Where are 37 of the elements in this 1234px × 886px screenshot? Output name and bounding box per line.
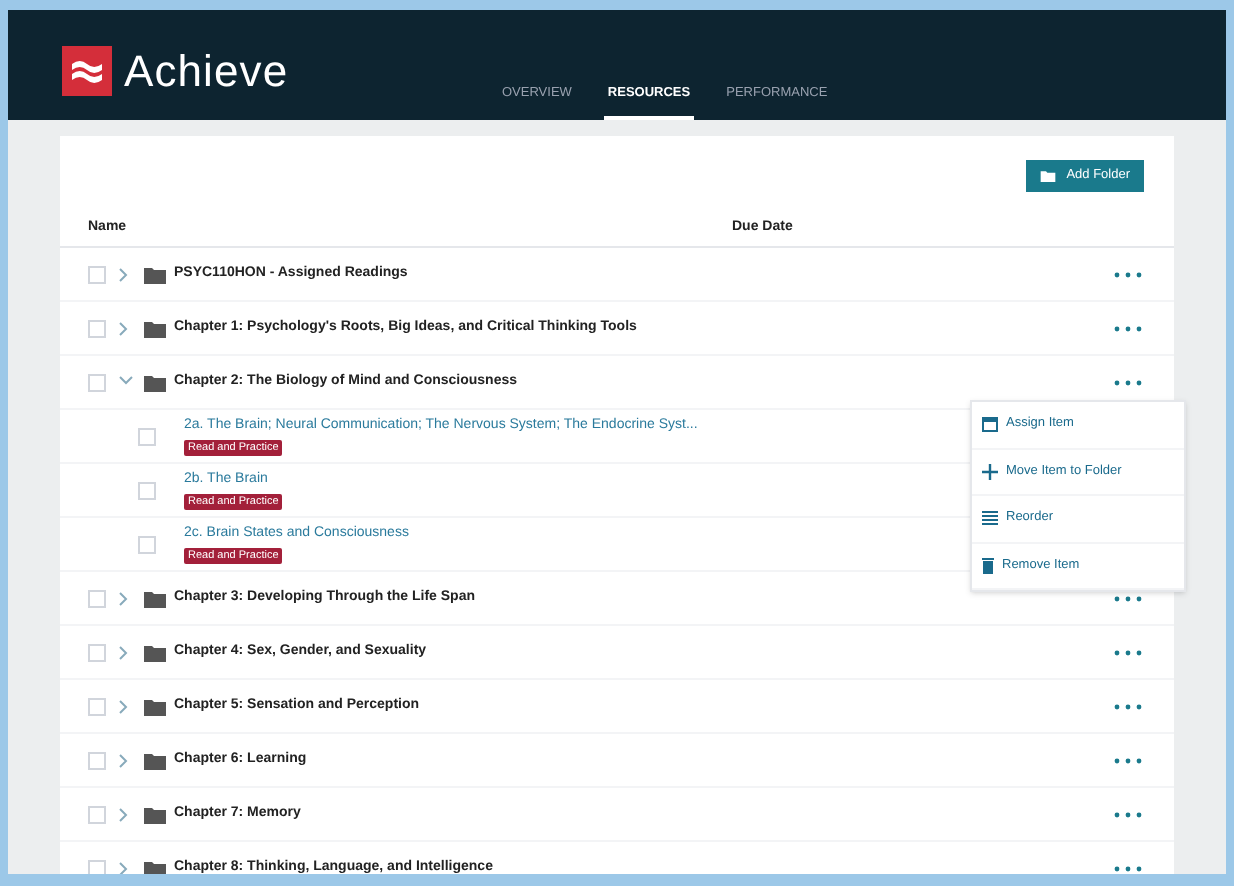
folder-icon (144, 805, 166, 823)
folder-icon (1040, 170, 1057, 182)
checkbox[interactable] (138, 535, 156, 553)
more-icon[interactable] (1114, 703, 1142, 709)
more-icon[interactable] (1114, 865, 1142, 871)
checkbox[interactable] (88, 319, 106, 337)
checkbox[interactable] (88, 643, 106, 661)
checkbox[interactable] (88, 751, 106, 769)
folder-icon (144, 265, 166, 283)
more-icon[interactable] (1114, 757, 1142, 763)
folder-icon (144, 697, 166, 715)
more-icon[interactable] (1114, 325, 1142, 331)
checkbox[interactable] (138, 481, 156, 499)
calendar-icon (982, 416, 998, 433)
more-icon[interactable] (1114, 649, 1142, 655)
checkbox[interactable] (88, 589, 106, 607)
folder-icon (144, 373, 166, 391)
more-icon[interactable] (1114, 379, 1142, 385)
more-icon[interactable] (1114, 811, 1142, 817)
logo-text: Achieve (124, 44, 289, 100)
checkbox[interactable] (88, 859, 106, 874)
checkbox[interactable] (88, 265, 106, 283)
checkbox[interactable] (88, 805, 106, 823)
checkbox[interactable] (88, 373, 106, 391)
list-icon (982, 510, 998, 527)
more-icon[interactable] (1114, 271, 1142, 277)
more-icon[interactable] (1114, 595, 1142, 601)
folder-icon (144, 643, 166, 661)
checkbox[interactable] (88, 697, 106, 715)
trash-icon (982, 557, 994, 574)
logo-icon (62, 46, 112, 96)
checkbox[interactable] (138, 427, 156, 445)
folder-icon (144, 859, 166, 874)
folder-icon (144, 751, 166, 769)
folder-icon (144, 589, 166, 607)
folder-icon (144, 319, 166, 337)
collapse-chevron[interactable] (119, 374, 133, 390)
